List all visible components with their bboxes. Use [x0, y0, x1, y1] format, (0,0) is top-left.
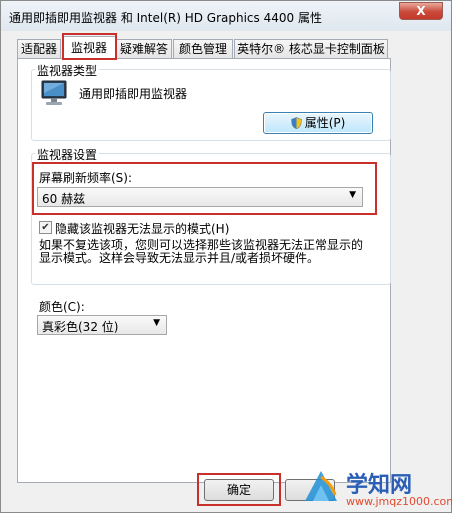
- tab-highlight-box: [62, 33, 117, 60]
- properties-button-label: 属性(P): [304, 116, 346, 130]
- watermark-url: www.jmqz1000.com: [346, 495, 452, 508]
- hide-modes-label[interactable]: 隐藏该监视器无法显示的模式(H): [55, 220, 229, 237]
- tab-color-management[interactable]: 颜色管理: [173, 39, 233, 59]
- title-bar: 通用即插即用监视器 和 Intel(R) HD Graphics 4400 属性…: [1, 1, 451, 31]
- window-title: 通用即插即用监视器 和 Intel(R) HD Graphics 4400 属性: [9, 11, 322, 25]
- monitor-device-name: 通用即插即用监视器: [79, 87, 188, 101]
- hide-modes-checkbox[interactable]: ✔: [39, 221, 52, 234]
- monitor-icon: [41, 80, 67, 105]
- monitor-settings-label: 监视器设置: [35, 146, 100, 163]
- hide-modes-description-line2: 显示模式。这样会导致无法显示并且/或者损坏硬件。: [39, 251, 320, 265]
- close-button[interactable]: X: [399, 2, 443, 20]
- uac-shield-icon: [290, 115, 302, 130]
- colors-select[interactable]: 真彩色(32 位) ▼: [37, 315, 167, 335]
- checkmark-icon: ✔: [41, 222, 50, 233]
- properties-dialog: 通用即插即用监视器 和 Intel(R) HD Graphics 4400 属性…: [0, 0, 452, 513]
- tab-troubleshoot[interactable]: 疑难解答: [116, 39, 172, 59]
- monitor-type-label: 监视器类型: [35, 62, 100, 79]
- chevron-down-icon: ▼: [153, 318, 160, 328]
- colors-value: 真彩色(32 位): [42, 320, 119, 334]
- watermark-logo-icon: [305, 471, 337, 501]
- properties-button[interactable]: 属性(P): [263, 112, 373, 134]
- refresh-highlight-box: [32, 162, 377, 215]
- tab-intel-graphics-panel[interactable]: 英特尔® 核芯显卡控制面板: [234, 39, 388, 59]
- colors-label: 颜色(C):: [39, 300, 85, 314]
- ok-highlight-box: [197, 473, 281, 506]
- tab-adapter[interactable]: 适配器: [17, 39, 61, 59]
